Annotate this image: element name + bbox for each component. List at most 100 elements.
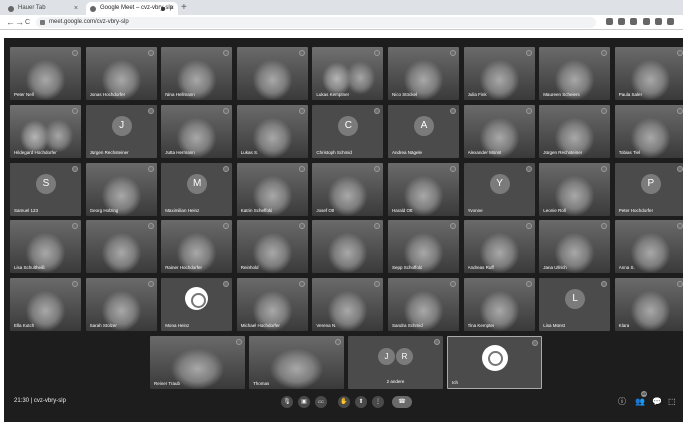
mic-muted-icon xyxy=(676,50,683,56)
browser-tab-1[interactable]: Hauer Tab × xyxy=(4,2,82,15)
participant-tile[interactable]: Reiner Traub xyxy=(150,336,245,389)
mic-muted-icon xyxy=(298,50,305,56)
mic-muted-icon xyxy=(525,281,532,288)
close-icon[interactable]: × xyxy=(74,2,78,15)
mic-muted-icon xyxy=(147,50,154,56)
participant-tile[interactable]: Georg Holzing xyxy=(85,162,157,216)
participant-tile[interactable]: Jürgen Rechsteiner xyxy=(539,104,611,158)
participant-tile[interactable]: J Jürgen Rechsteiner xyxy=(85,104,157,158)
participant-tile[interactable]: Mona Heinz xyxy=(161,278,233,332)
participant-tile[interactable]: Hildegard Hochdorfer xyxy=(10,104,81,158)
participant-tile[interactable]: Jutta Hermann xyxy=(161,104,233,158)
avatar: L xyxy=(565,289,586,310)
participant-tile[interactable]: Verena N. xyxy=(312,278,384,332)
participant-tile[interactable]: Peter Nell xyxy=(10,47,81,100)
profile-icon[interactable] xyxy=(655,18,662,25)
participant-tile[interactable]: Alexander Münst xyxy=(463,104,535,158)
participant-tile[interactable]: Tobias Tiel xyxy=(614,104,683,158)
meet-favicon-icon xyxy=(90,6,96,12)
extension-icon[interactable] xyxy=(643,18,650,25)
participant-tile[interactable]: C Christoph Schmid xyxy=(312,104,384,158)
participant-name: Andrea Nägele xyxy=(392,149,423,155)
participant-tile[interactable]: Harald Ott xyxy=(388,162,459,216)
participant-tile[interactable]: Anna S. xyxy=(614,220,683,274)
mic-muted-icon xyxy=(450,107,456,114)
participant-tile[interactable]: Jana Ullrich xyxy=(539,220,611,274)
participant-tile[interactable]: M Maximilian Heinz xyxy=(161,162,233,216)
participant-name: Reinhold xyxy=(240,265,259,271)
participant-tile[interactable]: Sarah Stolzer xyxy=(85,278,157,332)
more-options-button[interactable]: ⋮ xyxy=(372,396,384,408)
mic-muted-icon xyxy=(223,223,230,230)
participant-tile[interactable]: Sandra Schmid xyxy=(388,278,459,332)
microphone-button[interactable]: 🎙 xyxy=(281,396,293,408)
mic-muted-icon xyxy=(223,165,230,172)
participant-tile[interactable]: Nina Hellmann xyxy=(161,47,233,100)
participant-name: Sarah Stolzer xyxy=(89,323,117,329)
people-icon[interactable]: 👥 xyxy=(635,397,645,407)
participant-tile[interactable]: A Andrea Nägele xyxy=(388,104,459,158)
info-icon[interactable]: ⓘ xyxy=(618,397,626,407)
participant-name: Leonie Roll xyxy=(543,207,566,213)
back-arrow-icon[interactable]: ← xyxy=(6,16,15,29)
participant-tile[interactable]: Maureen Scheiers xyxy=(539,47,611,100)
participant-tile[interactable]: Sepp Schoffold xyxy=(388,220,459,274)
participant-name: Mona Heinz xyxy=(165,323,190,329)
participant-tile[interactable]: Tina Kempter xyxy=(463,278,535,332)
mic-muted-icon xyxy=(147,281,154,288)
participant-tile[interactable]: JR2 andere xyxy=(348,336,443,389)
forward-arrow-icon[interactable]: → xyxy=(15,16,24,29)
camera-button[interactable]: ▣ xyxy=(298,396,310,408)
mic-muted-icon xyxy=(374,281,381,288)
participant-tile[interactable]: Y Yvonne xyxy=(463,162,535,216)
participant-tile[interactable]: Michael Hochdorfer xyxy=(236,278,308,332)
camera-permission-icon[interactable] xyxy=(606,18,613,25)
participant-tile[interactable]: Reinhold xyxy=(236,220,308,274)
activities-icon[interactable]: ⬚ xyxy=(668,397,676,407)
participant-tile[interactable] xyxy=(236,47,308,100)
captions-button[interactable]: CC xyxy=(315,396,327,408)
mic-muted-icon xyxy=(601,223,608,230)
participant-tile[interactable]: Jonas Hochdorfer xyxy=(85,47,157,100)
raise-hand-button[interactable]: ✋ xyxy=(338,396,350,408)
mic-muted-icon xyxy=(525,107,532,114)
present-button[interactable]: ⬆ xyxy=(355,396,367,408)
participant-name: Jutta Hermann xyxy=(165,149,195,155)
participant-tile[interactable]: Katrin Scheffold xyxy=(236,162,308,216)
url-bar[interactable]: meet.google.com/cvz-vbry-slp xyxy=(36,17,596,28)
new-tab-button[interactable]: + xyxy=(181,1,187,14)
mic-muted-icon xyxy=(601,50,608,56)
browser-tab-2[interactable]: Google Meet – cvz-vbry-slp × xyxy=(86,2,178,15)
participant-tile[interactable]: P Peter Hochdorfer xyxy=(614,162,683,216)
star-icon[interactable] xyxy=(630,18,637,25)
participant-tile[interactable]: Paula Saler xyxy=(614,47,683,100)
browser-tab-title: Hauer Tab xyxy=(18,5,46,11)
participant-tile[interactable]: L Lisa Münst xyxy=(539,278,611,332)
participant-tile[interactable]: Andreas Ruff xyxy=(463,220,535,274)
participant-tile[interactable] xyxy=(312,220,384,274)
share-icon[interactable] xyxy=(618,18,625,25)
participant-tile[interactable]: Ich xyxy=(447,336,542,389)
participant-tile[interactable]: Josef Ott xyxy=(312,162,384,216)
participant-tile[interactable]: Thomas xyxy=(249,336,344,389)
participant-tile[interactable]: Julia Fink xyxy=(463,47,535,100)
participant-tile[interactable] xyxy=(85,220,157,274)
address-toolbar: ← → C meet.google.com/cvz-vbry-slp xyxy=(0,15,683,30)
participant-tile[interactable]: Nico Stöckel xyxy=(388,47,459,100)
participant-tile[interactable]: Leonie Roll xyxy=(539,162,611,216)
participant-tile[interactable]: S Samuel 123 xyxy=(10,162,81,216)
mic-muted-icon xyxy=(601,107,608,114)
participant-tile[interactable]: Klara xyxy=(614,278,683,332)
close-icon[interactable]: × xyxy=(170,2,174,15)
participant-name: Maureen Scheiers xyxy=(543,92,580,97)
participant-tile[interactable]: Lisa Schultheiß xyxy=(10,220,81,274)
participant-tile[interactable]: Lukas Kemptner xyxy=(312,47,384,100)
participant-tile[interactable]: Ella Kutch xyxy=(10,278,81,332)
mic-muted-icon xyxy=(223,50,230,56)
menu-icon[interactable] xyxy=(667,18,674,25)
end-call-button[interactable]: ☎ xyxy=(392,396,412,408)
participant-tile[interactable]: Lukas S. xyxy=(236,104,308,158)
reload-icon[interactable]: C xyxy=(25,16,30,29)
chat-icon[interactable]: 💬 xyxy=(652,397,662,407)
participant-tile[interactable]: Rainer Hochdorfer xyxy=(161,220,233,274)
